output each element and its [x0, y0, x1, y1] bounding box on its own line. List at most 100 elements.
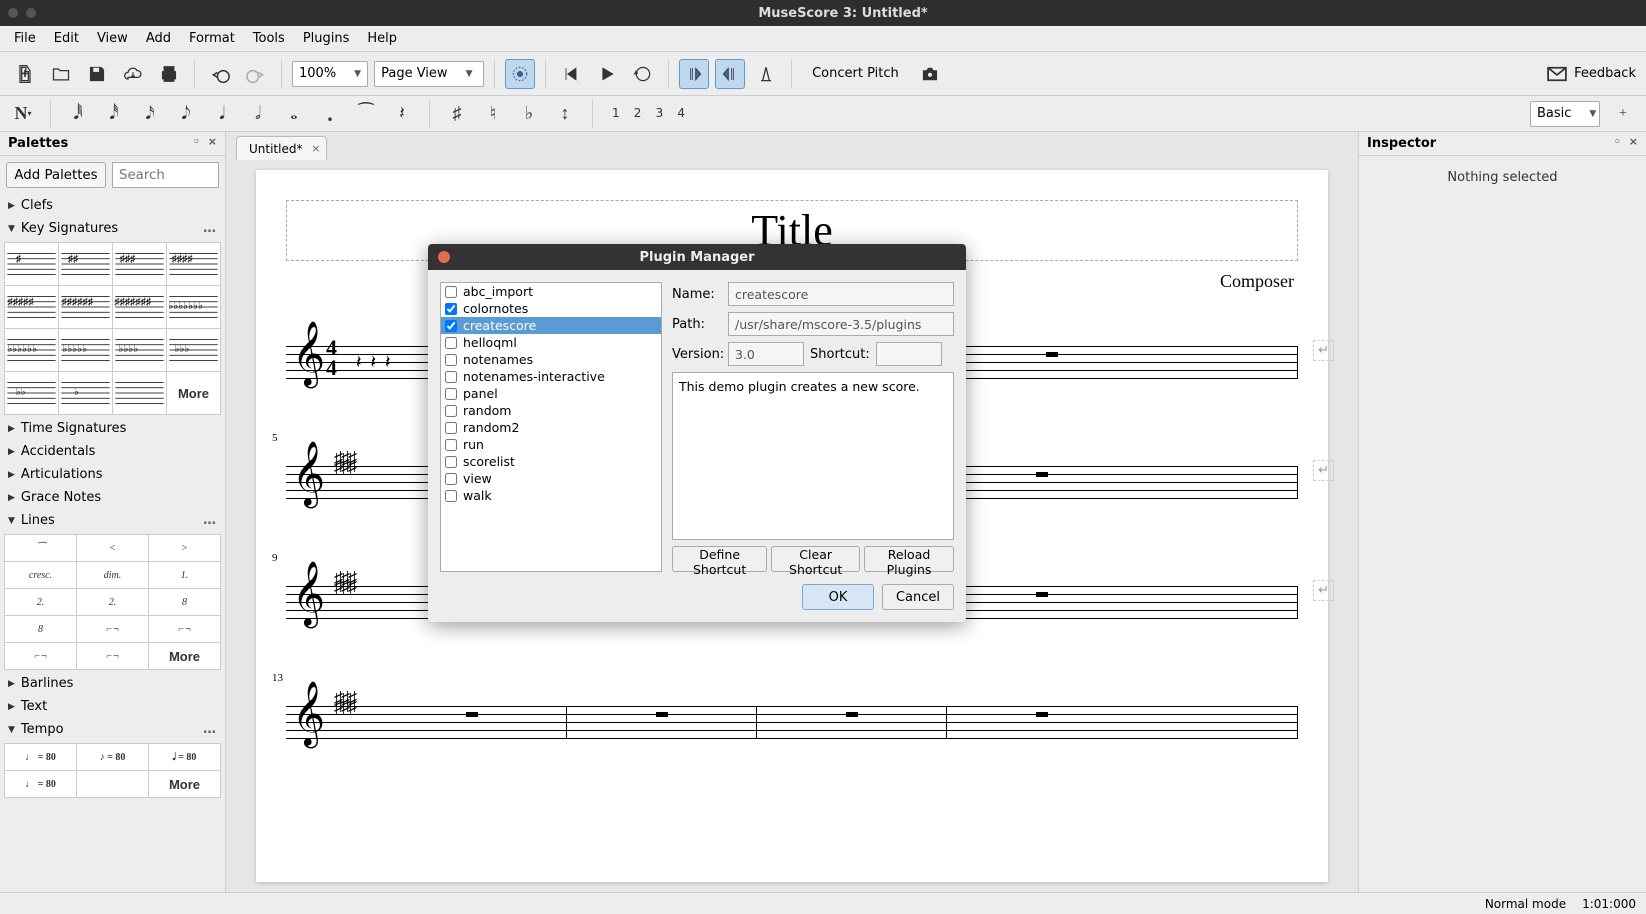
- add-palettes-button[interactable]: Add Palettes: [6, 162, 106, 188]
- close-dialog-icon[interactable]: [438, 251, 450, 263]
- lines-item[interactable]: ⌐¬: [77, 616, 148, 642]
- dialog-titlebar[interactable]: Plugin Manager: [428, 244, 966, 270]
- note-input-icon[interactable]: [505, 59, 535, 89]
- keysig-item[interactable]: ♭♭♭♭♭♭♭: [167, 286, 220, 328]
- system-break-icon[interactable]: ↵: [1313, 580, 1334, 601]
- plugin-list-item[interactable]: notenames-interactive: [441, 368, 661, 385]
- window-dot[interactable]: [8, 8, 18, 18]
- cloud-icon[interactable]: [118, 59, 148, 89]
- plugin-checkbox[interactable]: [445, 473, 457, 485]
- loop-icon[interactable]: [628, 59, 658, 89]
- lines-item[interactable]: 2.: [77, 589, 148, 615]
- plugin-list-item[interactable]: scorelist: [441, 453, 661, 470]
- sharp-icon[interactable]: ♯: [444, 101, 470, 127]
- tempo-item[interactable]: [77, 771, 148, 797]
- keysig-item[interactable]: ♭: [59, 372, 112, 414]
- natural-icon[interactable]: ♮: [480, 101, 506, 127]
- plugin-list-item[interactable]: notenames: [441, 351, 661, 368]
- plugin-list-item[interactable]: colornotes: [441, 300, 661, 317]
- keysig-item[interactable]: ♭♭: [5, 372, 58, 414]
- voice-4[interactable]: 4: [672, 104, 690, 122]
- plugin-checkbox[interactable]: [445, 456, 457, 468]
- plugin-list[interactable]: abc_importcolornotescreatescorehelloqmln…: [440, 282, 662, 572]
- plugin-checkbox[interactable]: [445, 303, 457, 315]
- plugin-checkbox[interactable]: [445, 439, 457, 451]
- save-icon[interactable]: [82, 59, 112, 89]
- menu-format[interactable]: Format: [181, 28, 243, 49]
- keysig-item[interactable]: ♯♯♯♯: [167, 243, 220, 285]
- metronome-icon[interactable]: [751, 59, 781, 89]
- plugin-checkbox[interactable]: [445, 320, 457, 332]
- flat-icon[interactable]: ♭: [516, 101, 542, 127]
- plugin-list-item[interactable]: createscore: [441, 317, 661, 334]
- workspace-combo[interactable]: Basic▼: [1530, 101, 1600, 127]
- palette-section-clefs[interactable]: ▶Clefs: [0, 194, 225, 217]
- new-file-icon[interactable]: +: [10, 59, 40, 89]
- lines-item[interactable]: 2.: [5, 589, 76, 615]
- loop-out-icon[interactable]: [715, 59, 745, 89]
- plugin-checkbox[interactable]: [445, 405, 457, 417]
- lines-item[interactable]: >: [149, 535, 220, 561]
- quarter-note-icon[interactable]: 𝅘𝅥: [209, 101, 235, 127]
- keysig-item[interactable]: ♭♭♭: [167, 329, 220, 371]
- staff-system[interactable]: 13 𝄞 ♯♯♯♯♯♯: [286, 672, 1298, 772]
- keysig-item[interactable]: ♭♭♭♭♭♭: [5, 329, 58, 371]
- cancel-button[interactable]: Cancel: [882, 584, 954, 610]
- lines-item[interactable]: dim.: [77, 562, 148, 588]
- palette-section-barlines[interactable]: ▶Barlines: [0, 672, 225, 695]
- concert-pitch-button[interactable]: Concert Pitch: [802, 66, 909, 81]
- lines-item[interactable]: <: [77, 535, 148, 561]
- plugin-list-item[interactable]: abc_import: [441, 283, 661, 300]
- zoom-combo[interactable]: 100%▼: [292, 61, 368, 87]
- keysig-item[interactable]: ♭♭♭♭♭: [59, 329, 112, 371]
- menu-plugins[interactable]: Plugins: [295, 28, 358, 49]
- palette-section-text[interactable]: ▶Text: [0, 695, 225, 718]
- plugin-checkbox[interactable]: [445, 286, 457, 298]
- system-break-icon[interactable]: ↵: [1313, 340, 1334, 361]
- keysig-item[interactable]: ♯♯♯: [113, 243, 166, 285]
- lines-item[interactable]: ⌐¬: [149, 616, 220, 642]
- plugin-list-item[interactable]: walk: [441, 487, 661, 504]
- voice-3[interactable]: 3: [651, 104, 669, 122]
- plugin-checkbox[interactable]: [445, 371, 457, 383]
- plugin-list-item[interactable]: view: [441, 470, 661, 487]
- 32nd-note-icon[interactable]: 𝅘𝅥𝅰: [101, 101, 127, 127]
- lines-more[interactable]: More: [149, 643, 220, 669]
- whole-note-icon[interactable]: 𝅝: [281, 101, 307, 127]
- keysig-item[interactable]: ♯♯♯♯♯: [5, 286, 58, 328]
- note-input-mode-icon[interactable]: N▾: [10, 101, 36, 127]
- keysig-item[interactable]: ♯♯: [59, 243, 112, 285]
- palette-section-articulations[interactable]: ▶Articulations: [0, 463, 225, 486]
- menu-view[interactable]: View: [89, 28, 136, 49]
- tie-icon[interactable]: ⁀: [353, 101, 379, 127]
- plugin-checkbox[interactable]: [445, 490, 457, 502]
- plugin-name-field[interactable]: [728, 282, 954, 306]
- open-folder-icon[interactable]: [46, 59, 76, 89]
- menu-file[interactable]: File: [6, 28, 44, 49]
- play-icon[interactable]: [592, 59, 622, 89]
- lines-item[interactable]: 8: [149, 589, 220, 615]
- flip-icon[interactable]: ↕: [552, 101, 578, 127]
- lines-item[interactable]: 1.: [149, 562, 220, 588]
- camera-icon[interactable]: [915, 59, 945, 89]
- close-tab-icon[interactable]: ×: [311, 142, 320, 155]
- plugin-list-item[interactable]: run: [441, 436, 661, 453]
- add-workspace-icon[interactable]: +: [1610, 101, 1636, 127]
- feedback-button[interactable]: Feedback: [1546, 66, 1636, 82]
- lines-item[interactable]: 8: [5, 616, 76, 642]
- menu-add[interactable]: Add: [138, 28, 179, 49]
- plugin-checkbox[interactable]: [445, 388, 457, 400]
- keysig-item[interactable]: [113, 372, 166, 414]
- plugin-path-field[interactable]: [728, 312, 954, 336]
- palette-section-grace[interactable]: ▶Grace Notes: [0, 486, 225, 509]
- keysig-item[interactable]: ♭♭♭♭: [113, 329, 166, 371]
- document-tab[interactable]: Untitled*×: [236, 136, 327, 160]
- panel-controls[interactable]: ◦ ×: [193, 135, 219, 148]
- palette-section-accidentals[interactable]: ▶Accidentals: [0, 440, 225, 463]
- menu-tools[interactable]: Tools: [245, 28, 293, 49]
- window-dot[interactable]: [26, 8, 36, 18]
- palette-section-timesig[interactable]: ▶Time Signatures: [0, 417, 225, 440]
- keysig-item[interactable]: ♯: [5, 243, 58, 285]
- plugin-list-item[interactable]: random: [441, 402, 661, 419]
- keysig-item[interactable]: ♯♯♯♯♯♯: [59, 286, 112, 328]
